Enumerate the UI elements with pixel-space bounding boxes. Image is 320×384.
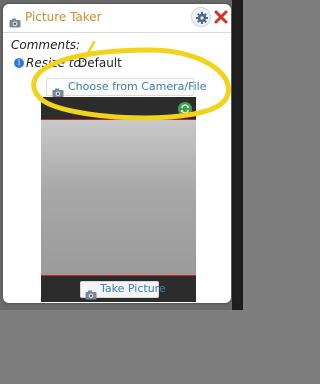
switch-camera-button[interactable] [178, 102, 192, 116]
take-picture-label: Take Picture [100, 282, 166, 295]
camera-icon [9, 13, 21, 28]
info-icon[interactable]: i [14, 58, 24, 68]
choose-from-camera-file-button[interactable]: Choose from Camera/File [46, 78, 206, 98]
side-strip [232, 0, 243, 310]
comments-label: Comments: [11, 38, 81, 52]
camera-preview: Take Picture [41, 97, 196, 302]
dialog-titlebar: Picture Taker [3, 4, 231, 33]
choose-label: Choose from Camera/File [68, 80, 207, 93]
picture-taker-dialog: Picture Taker Comments: i Resize to: Def… [3, 4, 231, 303]
camera-icon [85, 285, 97, 302]
preview-top-band [41, 97, 196, 119]
resize-label: Resize to: [26, 56, 85, 70]
resize-select[interactable]: Default [78, 56, 122, 70]
dialog-title: Picture Taker [25, 10, 102, 24]
settings-button[interactable] [191, 7, 211, 27]
gear-icon [196, 12, 208, 24]
take-picture-button[interactable]: Take Picture [80, 281, 166, 300]
close-button[interactable] [212, 7, 230, 27]
switch-camera-icon [180, 104, 190, 114]
close-icon [214, 10, 228, 24]
camera-feed [41, 119, 196, 276]
